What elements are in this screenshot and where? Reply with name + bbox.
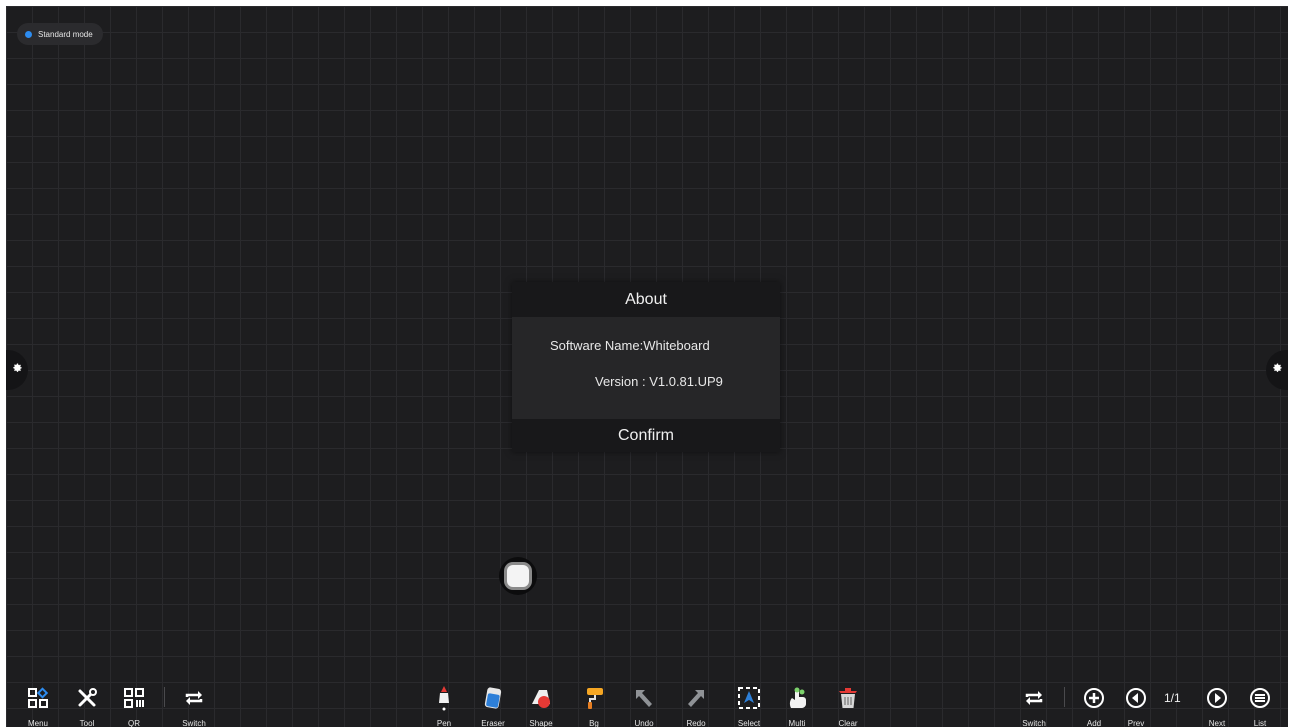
version-text: Version : V1.0.81.UP9 — [595, 374, 723, 389]
toolbar-divider — [1064, 687, 1065, 707]
page-indicator: 1/1 — [1164, 691, 1181, 705]
qr-label: QR — [128, 719, 140, 727]
qr-code-icon — [121, 685, 147, 711]
mode-indicator-dot — [25, 30, 32, 38]
multi-touch-icon — [784, 685, 810, 711]
pen-label: Pen — [436, 719, 452, 727]
switch-left-button[interactable]: Switch — [174, 677, 214, 727]
select-icon — [736, 685, 762, 711]
add-page-button[interactable]: Add — [1074, 677, 1114, 727]
redo-label: Redo — [686, 719, 706, 727]
switch-right-button[interactable]: Switch — [1014, 677, 1054, 727]
switch-icon — [1021, 685, 1047, 711]
shape-button[interactable]: Shape — [521, 677, 561, 727]
menu-grid-icon — [25, 685, 51, 711]
add-icon — [1081, 685, 1107, 711]
eraser-label: Eraser — [481, 719, 505, 727]
bg-label: Bg — [589, 719, 599, 727]
paint-roller-icon — [581, 685, 607, 711]
software-name-text: Software Name:Whiteboard — [550, 338, 710, 353]
gear-icon — [11, 361, 23, 379]
tool-label: Tool — [79, 719, 95, 727]
tool-button[interactable]: Tool — [67, 677, 107, 727]
add-label: Add — [1086, 719, 1102, 727]
floating-stop-button[interactable] — [499, 557, 537, 595]
clear-button[interactable]: Clear — [828, 677, 868, 727]
clear-label: Clear — [838, 719, 858, 727]
shape-icon — [528, 685, 554, 711]
switch-right-label: Switch — [1022, 719, 1046, 727]
about-dialog: About Software Name:Whiteboard Version :… — [512, 282, 780, 452]
confirm-button[interactable]: Confirm — [512, 419, 780, 452]
mode-badge[interactable]: Standard mode — [17, 23, 103, 45]
stop-square-icon — [507, 565, 529, 587]
left-settings-handle[interactable] — [6, 350, 28, 390]
eraser-icon — [480, 685, 506, 711]
dialog-title: About — [512, 282, 780, 317]
tools-icon — [74, 685, 100, 711]
undo-label: Undo — [634, 719, 654, 727]
list-icon — [1247, 685, 1273, 711]
next-label: Next — [1208, 719, 1226, 727]
multi-button[interactable]: Multi — [777, 677, 817, 727]
trash-icon — [835, 685, 861, 711]
redo-button[interactable]: Redo — [676, 677, 716, 727]
pen-button[interactable]: Pen — [424, 677, 464, 727]
list-button[interactable]: List — [1240, 677, 1280, 727]
right-settings-handle[interactable] — [1266, 350, 1288, 390]
menu-label: Menu — [27, 719, 48, 727]
eraser-button[interactable]: Eraser — [473, 677, 513, 727]
next-page-button[interactable]: Next — [1197, 677, 1237, 727]
switch-left-label: Switch — [182, 719, 206, 727]
multi-label: Multi — [788, 719, 806, 727]
bottom-toolbar: Menu Tool QR Switch Pen Eraser Shape Bg … — [6, 677, 1288, 727]
select-label: Select — [737, 719, 761, 727]
select-button[interactable]: Select — [729, 677, 769, 727]
next-icon — [1204, 685, 1230, 711]
prev-label: Prev — [1127, 719, 1145, 727]
undo-button[interactable]: Undo — [624, 677, 664, 727]
list-label: List — [1253, 719, 1267, 727]
redo-icon — [683, 685, 709, 711]
menu-button[interactable]: Menu — [18, 677, 58, 727]
prev-page-button[interactable]: Prev — [1116, 677, 1156, 727]
qr-button[interactable]: QR — [114, 677, 154, 727]
toolbar-divider — [164, 687, 165, 707]
bg-button[interactable]: Bg — [574, 677, 614, 727]
pen-icon — [431, 685, 457, 711]
undo-icon — [631, 685, 657, 711]
switch-icon — [181, 685, 207, 711]
gear-icon — [1271, 361, 1283, 379]
prev-icon — [1123, 685, 1149, 711]
mode-badge-label: Standard mode — [38, 29, 93, 39]
shape-label: Shape — [529, 719, 553, 727]
whiteboard-canvas[interactable]: Standard mode About Software Name:Whiteb… — [6, 6, 1288, 727]
